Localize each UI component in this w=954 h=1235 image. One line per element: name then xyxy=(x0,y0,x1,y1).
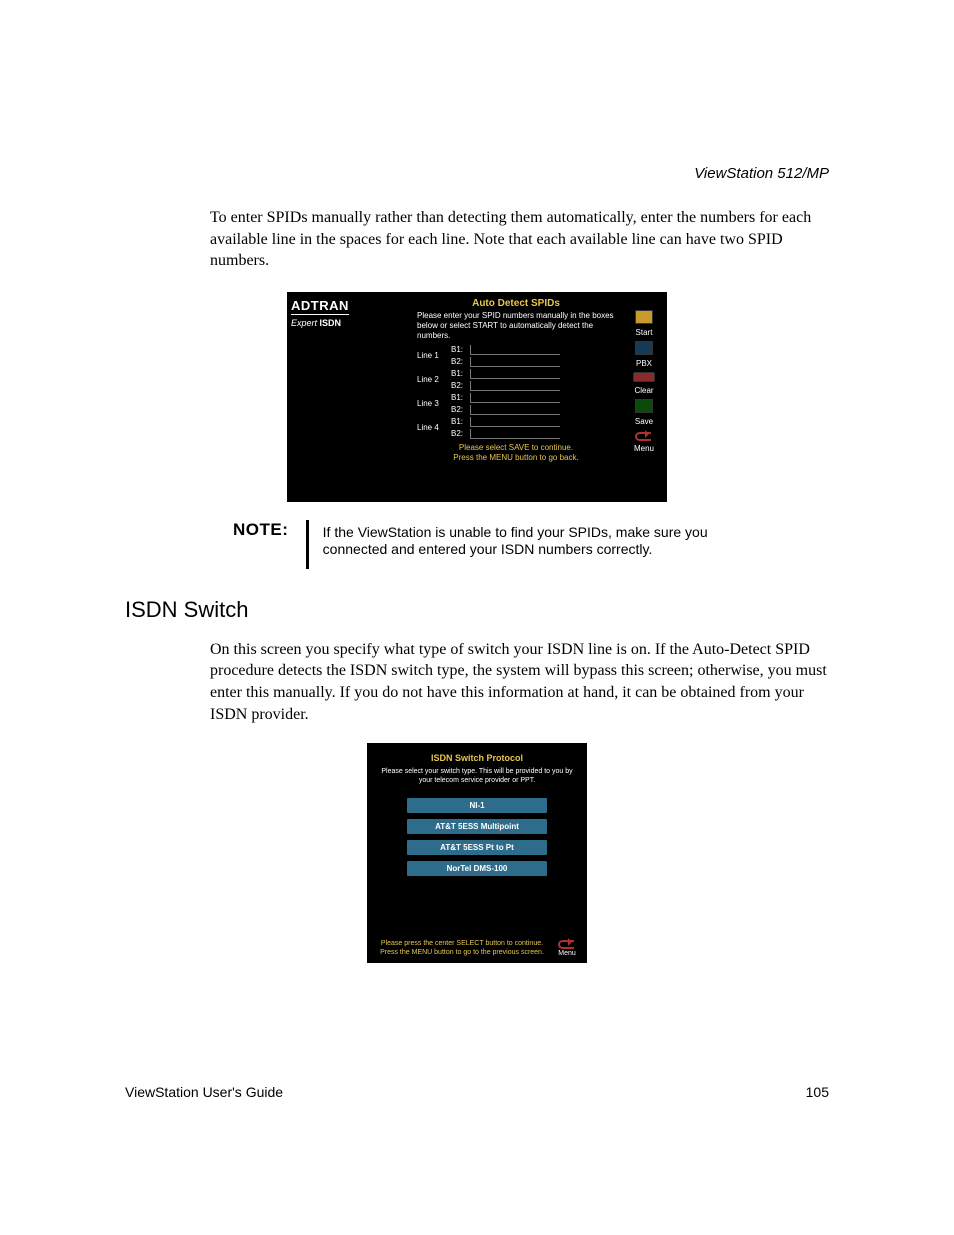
screenshot-isdn-switch: ISDN Switch Protocol Please select your … xyxy=(367,743,587,963)
b2-label: B2: xyxy=(451,429,467,438)
switch-option[interactable]: AT&T 5ESS Pt to Pt xyxy=(407,840,547,855)
shot1-desc: Please enter your SPID numbers manually … xyxy=(417,311,615,341)
line-label: Line 3 xyxy=(417,393,451,408)
start-icon[interactable] xyxy=(635,310,653,324)
screenshot-auto-detect-spids: ADTRAN Expert ISDN Auto Detect SPIDs Ple… xyxy=(287,292,667,502)
line-label: Line 1 xyxy=(417,345,451,360)
shot1-footer: Please select SAVE to continue. Press th… xyxy=(417,443,615,464)
pbx-label: PBX xyxy=(636,359,652,368)
spid-input[interactable] xyxy=(470,345,560,355)
switch-option[interactable]: NI-1 xyxy=(407,798,547,813)
intro-paragraph: To enter SPIDs manually rather than dete… xyxy=(210,207,829,272)
line-row: Line 2 B1: B2: xyxy=(417,369,615,391)
pbx-icon[interactable] xyxy=(635,341,653,355)
shot1-sidebar: Start PBX Clear Save Menu xyxy=(621,292,667,502)
brand-isdn: ISDN xyxy=(320,318,342,328)
line-row: Line 1 B1: B2: xyxy=(417,345,615,367)
note-tag: NOTE: xyxy=(233,520,306,569)
menu-label: Menu xyxy=(634,444,654,453)
shot2-title: ISDN Switch Protocol xyxy=(375,753,579,763)
brand-expert: Expert xyxy=(291,318,317,328)
spid-input[interactable] xyxy=(470,381,560,391)
b2-label: B2: xyxy=(451,381,467,390)
shot2-footer: Please press the center SELECT button to… xyxy=(375,939,549,957)
running-header: ViewStation 512/MP xyxy=(694,165,829,182)
start-label: Start xyxy=(636,328,653,337)
line-row: Line 3 B1: B2: xyxy=(417,393,615,415)
line-label: Line 2 xyxy=(417,369,451,384)
page-footer: ViewStation User's Guide 105 xyxy=(125,1084,829,1100)
note-text: If the ViewStation is unable to find you… xyxy=(323,520,733,569)
b2-label: B2: xyxy=(451,405,467,414)
save-label: Save xyxy=(635,417,653,426)
line-row: Line 4 B1: B2: xyxy=(417,417,615,439)
spid-input[interactable] xyxy=(470,369,560,379)
shot1-main: Auto Detect SPIDs Please enter your SPID… xyxy=(367,292,621,502)
line-label: Line 4 xyxy=(417,417,451,432)
b1-label: B1: xyxy=(451,393,467,402)
b1-label: B1: xyxy=(451,369,467,378)
b2-label: B2: xyxy=(451,357,467,366)
switch-option[interactable]: NorTel DMS-100 xyxy=(407,861,547,876)
footer-left: ViewStation User's Guide xyxy=(125,1084,283,1100)
brand-block: ADTRAN Expert ISDN xyxy=(287,292,367,502)
page: ViewStation 512/MP To enter SPIDs manual… xyxy=(0,0,954,1235)
save-icon[interactable] xyxy=(635,399,653,413)
shot2-desc: Please select your switch type. This wil… xyxy=(375,767,579,785)
b1-label: B1: xyxy=(451,345,467,354)
note-bar xyxy=(306,520,308,569)
menu-back-icon[interactable] xyxy=(635,430,653,440)
menu-label: Menu xyxy=(555,950,579,957)
footer-right: 105 xyxy=(806,1084,829,1100)
shot1-title: Auto Detect SPIDs xyxy=(417,298,615,309)
clear-icon[interactable] xyxy=(633,372,655,382)
switch-option[interactable]: AT&T 5ESS Multipoint xyxy=(407,819,547,834)
spid-input[interactable] xyxy=(470,405,560,415)
spid-input[interactable] xyxy=(470,417,560,427)
clear-label: Clear xyxy=(634,386,653,395)
menu-back-icon xyxy=(558,938,576,948)
spid-input[interactable] xyxy=(470,429,560,439)
menu-button[interactable]: Menu xyxy=(555,938,579,957)
note-block: NOTE: If the ViewStation is unable to fi… xyxy=(233,520,733,569)
section-paragraph: On this screen you specify what type of … xyxy=(210,639,829,725)
spid-input[interactable] xyxy=(470,393,560,403)
section-heading: ISDN Switch xyxy=(125,597,829,623)
brand-adtran: ADTRAN xyxy=(291,298,349,315)
spid-input[interactable] xyxy=(470,357,560,367)
foot-line: Press the MENU button to go back. xyxy=(417,453,615,463)
foot-line: Please select SAVE to continue. xyxy=(417,443,615,453)
brand-expert-isdn: Expert ISDN xyxy=(291,318,363,328)
b1-label: B1: xyxy=(451,417,467,426)
